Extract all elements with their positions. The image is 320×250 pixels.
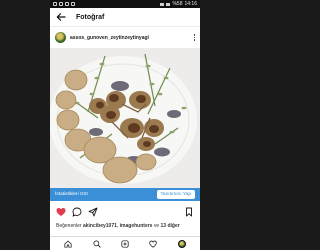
notification-icon bbox=[53, 2, 57, 6]
post-photo[interactable] bbox=[50, 48, 200, 188]
clock: 14:16 bbox=[184, 1, 197, 7]
likes-summary: Beğenenler akincibey1071, imagehunters v… bbox=[50, 223, 200, 229]
wifi-icon bbox=[160, 2, 165, 6]
likes-separator: , bbox=[116, 223, 119, 229]
post-header: assos_gunoven_zeytinzeytinyagi bbox=[50, 27, 200, 48]
others-link[interactable]: 13 diğer bbox=[161, 223, 180, 229]
liker-link[interactable]: akincibey1071 bbox=[83, 223, 117, 229]
heart-filled-icon[interactable] bbox=[56, 207, 66, 217]
notification-icon bbox=[59, 2, 63, 6]
promote-button[interactable]: Tanıtımını Yap bbox=[156, 190, 195, 199]
more-options-icon[interactable] bbox=[193, 34, 195, 41]
battery-level: %58 bbox=[172, 1, 183, 7]
likes-prefix: Beğenenler bbox=[56, 223, 82, 229]
back-arrow-icon[interactable] bbox=[56, 12, 66, 22]
profile-avatar-icon[interactable] bbox=[177, 239, 186, 248]
post-username[interactable]: assos_gunoven_zeytinzeytinyagi bbox=[70, 35, 149, 41]
notification-icon bbox=[71, 2, 75, 6]
add-post-icon[interactable] bbox=[121, 239, 129, 248]
app-bar: Fotoğraf bbox=[50, 8, 200, 27]
activity-heart-icon[interactable] bbox=[149, 240, 158, 248]
home-icon[interactable] bbox=[64, 240, 72, 248]
phone-screen: %58 14:16 Fotoğraf assos_gunoven_zeytinz… bbox=[50, 0, 200, 250]
liker-link[interactable]: imagehunters bbox=[120, 223, 153, 229]
share-icon[interactable] bbox=[88, 207, 98, 217]
insights-bar: İstatistikleri Gör Tanıtımını Yap bbox=[50, 188, 200, 201]
status-bar: %58 14:16 bbox=[50, 0, 200, 8]
page-title: Fotoğraf bbox=[76, 13, 105, 21]
comment-icon[interactable] bbox=[72, 207, 82, 217]
signal-icon bbox=[166, 2, 171, 6]
view-insights-link[interactable]: İstatistikleri Gör bbox=[55, 192, 88, 197]
notification-icon bbox=[65, 2, 69, 6]
avatar[interactable] bbox=[55, 32, 66, 43]
likes-and: ve bbox=[153, 223, 160, 229]
status-right: %58 14:16 bbox=[160, 0, 197, 8]
bottom-nav bbox=[50, 236, 200, 250]
bookmark-icon[interactable] bbox=[184, 207, 194, 217]
status-left-icons bbox=[53, 0, 75, 8]
walnut-plate-image bbox=[50, 48, 200, 188]
post-actions bbox=[50, 201, 200, 223]
search-icon[interactable] bbox=[93, 240, 101, 248]
